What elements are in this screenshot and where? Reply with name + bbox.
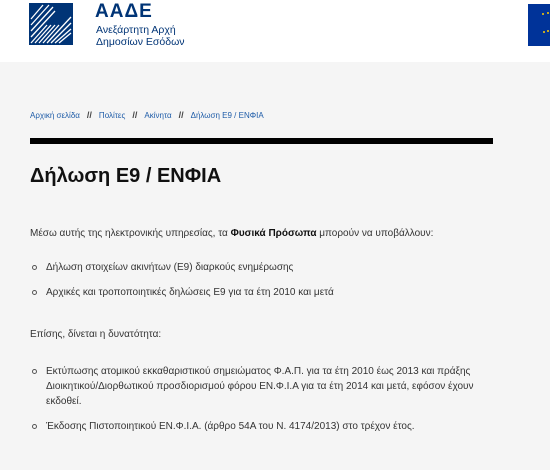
breadcrumb: Αρχική σελίδα // Πολίτες // Ακίνητα // Δήλωση … [30,110,264,120]
list-item: Εκτύπωσης ατομικού εκκαθαριστικού σημειώ… [30,364,500,409]
breadcrumb-real-estate[interactable]: Ακίνητα [144,111,171,120]
logo-name-line1: Ανεξάρτητη Αρχή [96,24,176,36]
list-item: Έκδοσης Πιστοποιητικού ΕΝ.Φ.Ι.Α. (άρθρο … [30,419,500,434]
breadcrumb-separator: // [132,110,138,120]
breadcrumb-home[interactable]: Αρχική σελίδα [30,111,80,120]
intro-bold: Φυσικά Πρόσωπα [230,228,317,239]
submit-list: Δήλωση στοιχείων ακινήτων (Ε9) διαρκούς … [30,262,500,298]
breadcrumb-separator: // [86,110,92,120]
breadcrumb-separator: // [178,110,184,120]
bullet-icon [32,290,37,295]
list-item-text: Δήλωση στοιχείων ακινήτων (Ε9) διαρκούς … [46,262,294,273]
list-item-text: Αρχικές και τροποποιητικές δηλώσεις Ε9 γ… [46,287,334,298]
intro-text: Μέσω αυτής της ηλεκτρονικής υπηρεσίας, τ… [30,228,433,239]
title-divider [30,138,493,144]
breadcrumb-citizens[interactable]: Πολίτες [99,111,125,120]
intro-suffix: μπορούν να υποβάλλουν: [316,228,434,239]
aade-logo-icon[interactable] [29,3,73,45]
site-header: ΑΑΔΕ Ανεξάρτητη Αρχή Δημοσίων Εσόδων [0,0,550,62]
page-title: Δήλωση Ε9 / ΕΝΦΙΑ [30,165,222,187]
intro-prefix: Μέσω αυτής της ηλεκτρονικής υπηρεσίας, τ… [30,228,231,239]
logo-abbreviation[interactable]: ΑΑΔΕ [95,1,153,23]
bullet-icon [32,369,37,374]
bullet-icon [32,265,37,270]
logo-name-line2: Δημοσίων Εσόδων [96,36,185,48]
bullet-icon [32,424,37,429]
main-content: Αρχική σελίδα // Πολίτες // Ακίνητα // Δήλωση … [0,62,550,470]
also-list: Εκτύπωσης ατομικού εκκαθαριστικού σημειώ… [30,364,500,434]
list-item-text: Έκδοσης Πιστοποιητικού ΕΝ.Φ.Ι.Α. (άρθρο … [46,421,415,432]
eu-flag-icon [528,4,550,46]
list-item-text: Εκτύπωσης ατομικού εκκαθαριστικού σημειώ… [46,366,474,407]
breadcrumb-current[interactable]: Δήλωση Ε9 / ΕΝΦΙΑ [191,111,264,120]
list-item: Δήλωση στοιχείων ακινήτων (Ε9) διαρκούς … [30,262,500,273]
also-text: Επίσης, δίνεται η δυνατότητα: [30,329,162,340]
logo-full-name: Ανεξάρτητη Αρχή Δημοσίων Εσόδων [96,24,185,48]
list-item: Αρχικές και τροποποιητικές δηλώσεις Ε9 γ… [30,287,500,298]
